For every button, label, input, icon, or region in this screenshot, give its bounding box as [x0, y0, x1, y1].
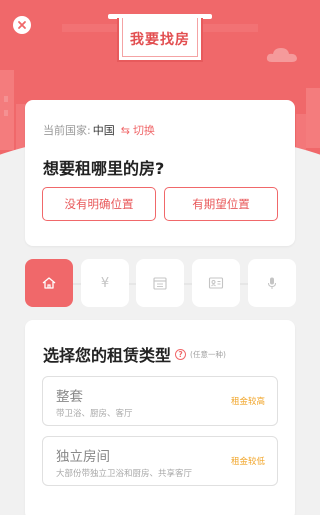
option-price-tag: 租金较低	[230, 457, 265, 467]
swap-icon: ⇆	[120, 123, 130, 137]
cloud-icon	[266, 48, 297, 62]
screen: 我要找房 当前国家: 中国 ⇆ 切换 想要租哪里的房? 没有明确位置 有期望位置…	[0, 0, 320, 515]
close-icon	[18, 21, 26, 29]
calendar-icon	[153, 277, 167, 290]
country-value: 中国	[92, 124, 115, 137]
close-button[interactable]	[13, 16, 31, 34]
rental-type-card: 选择您的租赁类型 ? (任意一种) 整套 带卫浴、厨房、客厅 租金较高 独立房间…	[25, 320, 295, 515]
id-card-icon	[208, 277, 224, 289]
option-title: 整套	[56, 389, 83, 405]
country-label: 当前国家:	[43, 124, 91, 137]
plaque-board: 我要找房	[117, 18, 203, 62]
step-voice[interactable]	[248, 259, 296, 307]
expected-location-button[interactable]: 有期望位置	[164, 187, 278, 221]
step-budget[interactable]: ¥	[81, 259, 129, 307]
switch-label: 切换	[132, 124, 155, 137]
rental-option-entire[interactable]: 整套 带卫浴、厨房、客厅 租金较高	[42, 376, 278, 426]
step-date[interactable]	[136, 259, 184, 307]
option-price-tag: 租金较高	[230, 397, 265, 407]
no-specific-location-button[interactable]: 没有明确位置	[42, 187, 156, 221]
microphone-icon	[268, 277, 276, 289]
step-home[interactable]	[25, 259, 73, 307]
step-identity[interactable]	[192, 259, 240, 307]
rental-type-hint: (任意一种)	[190, 349, 226, 359]
yen-icon: ¥	[100, 275, 110, 291]
option-description: 带卫浴、厨房、客厅	[56, 409, 133, 419]
rental-type-header: 选择您的租赁类型 ? (任意一种)	[43, 342, 226, 366]
location-question: 想要租哪里的房?	[43, 159, 165, 178]
help-icon[interactable]: ?	[175, 348, 187, 360]
rental-type-title: 选择您的租赁类型	[43, 346, 172, 365]
title-plaque: 我要找房	[108, 10, 212, 62]
option-description: 大部份带独立卫浴和厨房、共享客厅	[56, 469, 193, 479]
country-row: 当前国家: 中国 ⇆ 切换	[43, 122, 155, 138]
home-icon	[42, 277, 56, 289]
option-title: 独立房间	[56, 449, 110, 465]
page-title: 我要找房	[130, 32, 190, 48]
location-card: 当前国家: 中国 ⇆ 切换 想要租哪里的房? 没有明确位置 有期望位置	[25, 100, 295, 246]
switch-country-link[interactable]: ⇆ 切换	[121, 122, 155, 138]
rental-option-private-room[interactable]: 独立房间 大部份带独立卫浴和厨房、共享客厅 租金较低	[42, 436, 278, 486]
